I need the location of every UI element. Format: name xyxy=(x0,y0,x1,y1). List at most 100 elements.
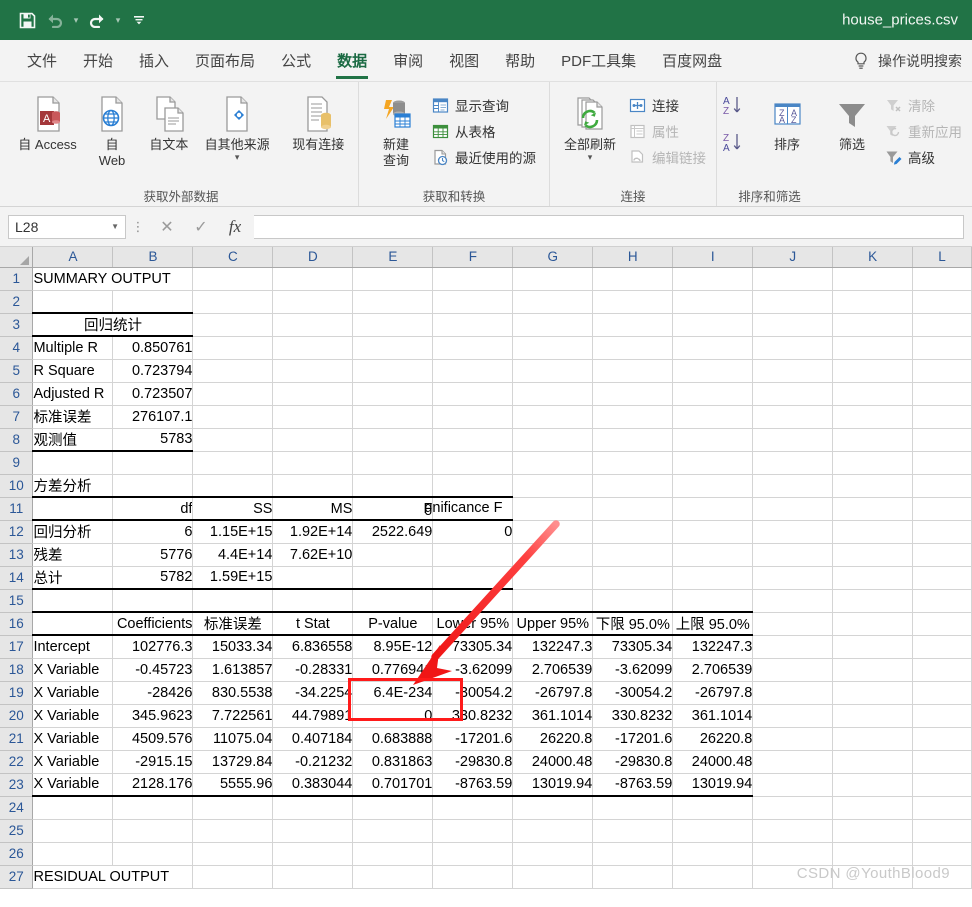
cell-D17[interactable]: 6.836558 xyxy=(272,635,354,659)
cell-E13[interactable] xyxy=(352,543,434,567)
cell-E12[interactable]: 2522.649 xyxy=(352,520,434,544)
cell-B8[interactable]: 5783 xyxy=(112,428,194,452)
from-web-button[interactable]: 自 Web xyxy=(85,88,139,169)
name-box[interactable]: L28 ▼ xyxy=(8,214,126,239)
undo-dropdown-caret-icon[interactable]: ▾ xyxy=(70,15,82,26)
cell-A11[interactable] xyxy=(32,497,114,521)
chevron-down-icon[interactable]: ▾ xyxy=(235,153,240,162)
cell-L21[interactable] xyxy=(912,727,972,751)
tell-me-search[interactable]: 操作说明搜索 xyxy=(853,51,962,71)
cell-G15[interactable] xyxy=(512,589,594,613)
cell-B23[interactable]: 2128.176 xyxy=(112,773,194,797)
tab-data[interactable]: 数据 xyxy=(324,40,380,82)
cell-E24[interactable] xyxy=(352,796,434,820)
cell-J22[interactable] xyxy=(752,750,834,774)
connections-button[interactable]: 连接 xyxy=(624,93,710,117)
cell-H24[interactable] xyxy=(592,796,674,820)
cell-E3[interactable] xyxy=(352,313,434,337)
cell-A2[interactable] xyxy=(32,290,114,314)
row-header-16[interactable]: 16 xyxy=(0,612,34,636)
cell-A27[interactable]: RESIDUAL OUTPUT xyxy=(32,865,194,889)
cell-A18[interactable]: X Variable xyxy=(32,658,114,682)
cell-J1[interactable] xyxy=(752,267,834,291)
cell-K4[interactable] xyxy=(832,336,914,360)
formula-bar-handle[interactable]: ⋮ xyxy=(126,220,150,233)
cell-H16[interactable]: 下限 95.0% xyxy=(592,612,674,636)
cell-G1[interactable] xyxy=(512,267,594,291)
show-queries-button[interactable]: 显示查询 xyxy=(427,93,540,117)
cell-B7[interactable]: 276107.1 xyxy=(112,405,194,429)
cell-L25[interactable] xyxy=(912,819,972,843)
cell-J15[interactable] xyxy=(752,589,834,613)
tab-pdf-tools[interactable]: PDF工具集 xyxy=(548,40,649,82)
from-text-button[interactable]: 自文本 xyxy=(139,88,199,153)
cell-D8[interactable] xyxy=(272,428,354,452)
cell-J8[interactable] xyxy=(752,428,834,452)
cell-D26[interactable] xyxy=(272,842,354,866)
cell-I5[interactable] xyxy=(672,359,754,383)
cell-G20[interactable]: 361.1014 xyxy=(512,704,594,728)
cell-C2[interactable] xyxy=(192,290,274,314)
cell-E27[interactable] xyxy=(352,865,434,889)
cell-J7[interactable] xyxy=(752,405,834,429)
cell-A6[interactable]: Adjusted R xyxy=(32,382,114,406)
cell-E14[interactable] xyxy=(352,566,434,590)
cell-H10[interactable] xyxy=(592,474,674,498)
cell-I25[interactable] xyxy=(672,819,754,843)
cell-F3[interactable] xyxy=(432,313,514,337)
cell-K12[interactable] xyxy=(832,520,914,544)
cell-I12[interactable] xyxy=(672,520,754,544)
cell-B12[interactable]: 6 xyxy=(112,520,194,544)
cell-E7[interactable] xyxy=(352,405,434,429)
cell-C15[interactable] xyxy=(192,589,274,613)
cell-L12[interactable] xyxy=(912,520,972,544)
cell-I23[interactable]: 13019.94 xyxy=(672,773,754,797)
cell-G4[interactable] xyxy=(512,336,594,360)
cell-B6[interactable]: 0.723507 xyxy=(112,382,194,406)
row-header-26[interactable]: 26 xyxy=(0,842,34,866)
cell-G12[interactable] xyxy=(512,520,594,544)
cell-A10[interactable]: 方差分析 xyxy=(32,474,114,498)
cell-C10[interactable] xyxy=(192,474,274,498)
cell-K2[interactable] xyxy=(832,290,914,314)
cell-A25[interactable] xyxy=(32,819,114,843)
refresh-all-button[interactable]: 全部刷新 ▾ xyxy=(556,88,624,162)
from-table-button[interactable]: 从表格 xyxy=(427,119,540,143)
cell-F26[interactable] xyxy=(432,842,514,866)
cell-C16[interactable]: 标准误差 xyxy=(192,612,274,636)
row-header-3[interactable]: 3 xyxy=(0,313,34,337)
cell-K11[interactable] xyxy=(832,497,914,521)
cell-H15[interactable] xyxy=(592,589,674,613)
cell-J16[interactable] xyxy=(752,612,834,636)
cell-G23[interactable]: 13019.94 xyxy=(512,773,594,797)
cell-H12[interactable] xyxy=(592,520,674,544)
cell-K22[interactable] xyxy=(832,750,914,774)
cell-K26[interactable] xyxy=(832,842,914,866)
cell-I1[interactable] xyxy=(672,267,754,291)
cell-B16[interactable]: Coefficients xyxy=(112,612,194,636)
cell-C8[interactable] xyxy=(192,428,274,452)
cell-G25[interactable] xyxy=(512,819,594,843)
cell-I21[interactable]: 26220.8 xyxy=(672,727,754,751)
cell-E22[interactable]: 0.831863 xyxy=(352,750,434,774)
recent-sources-button[interactable]: 最近使用的源 xyxy=(427,145,540,169)
row-header-18[interactable]: 18 xyxy=(0,658,34,682)
cell-B22[interactable]: -2915.15 xyxy=(112,750,194,774)
cell-F12[interactable]: 0 xyxy=(432,520,514,544)
cell-I20[interactable]: 361.1014 xyxy=(672,704,754,728)
cell-E15[interactable] xyxy=(352,589,434,613)
cell-B11[interactable]: df xyxy=(112,497,194,521)
cell-C9[interactable] xyxy=(192,451,274,475)
cell-G17[interactable]: 132247.3 xyxy=(512,635,594,659)
cell-G26[interactable] xyxy=(512,842,594,866)
cell-D22[interactable]: -0.21232 xyxy=(272,750,354,774)
cell-I10[interactable] xyxy=(672,474,754,498)
cell-A16[interactable] xyxy=(32,612,114,636)
cell-K25[interactable] xyxy=(832,819,914,843)
row-header-13[interactable]: 13 xyxy=(0,543,34,567)
cell-L10[interactable] xyxy=(912,474,972,498)
cell-A15[interactable] xyxy=(32,589,114,613)
column-header-J[interactable]: J xyxy=(752,247,834,268)
cell-C3[interactable] xyxy=(192,313,274,337)
tab-formulas[interactable]: 公式 xyxy=(268,40,324,82)
